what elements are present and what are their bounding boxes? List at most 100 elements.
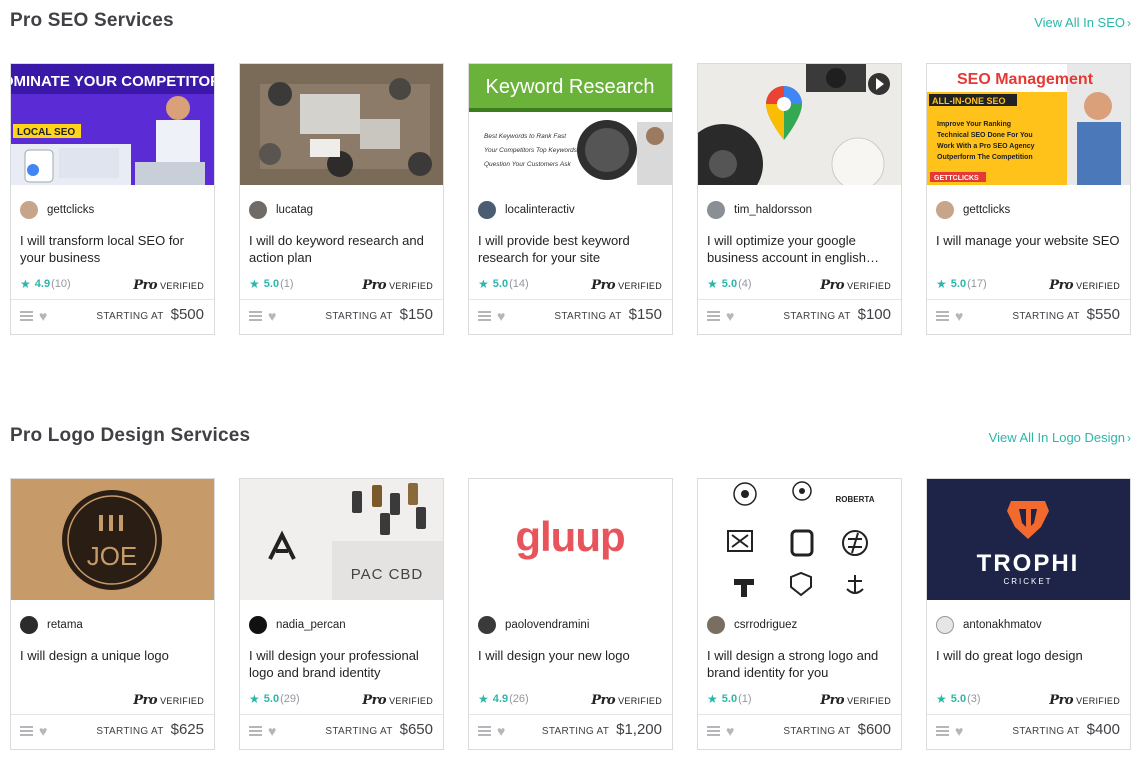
list-menu-icon[interactable] [707,725,720,737]
seller-name[interactable]: gettclicks [47,204,94,216]
price-value: $100 [857,306,891,323]
gig-thumbnail[interactable]: Keyword Research Best Keywords to Rank F… [469,64,672,185]
seller-name[interactable]: localinteractiv [505,204,575,216]
gig-title[interactable]: I will design your professional logo and… [249,647,436,681]
list-menu-icon[interactable] [20,725,33,737]
gig-card[interactable]: SEO Management ALL-IN-ONE SEO Improve Yo… [926,63,1131,335]
view-all-seo-link[interactable]: View All In SEO › [1034,15,1131,30]
heart-icon[interactable]: ♥ [726,724,734,738]
heart-icon[interactable]: ♥ [955,309,963,323]
gig-price[interactable]: STARTING AT $400 [1012,721,1120,738]
gig-thumbnail[interactable]: TROPHI CRICKET [927,479,1130,600]
gig-thumbnail[interactable] [240,64,443,185]
gig-price[interactable]: STARTING AT $150 [325,306,433,323]
thumb-headline: Keyword Research [486,76,655,98]
gig-card[interactable]: ROBERTA csrrodriguez I will design a str… [697,478,902,750]
avatar[interactable] [707,616,725,634]
gig-price[interactable]: STARTING AT $550 [1012,306,1120,323]
gig-title[interactable]: I will provide best keyword research for… [478,232,665,266]
heart-icon[interactable]: ♥ [726,309,734,323]
heart-icon[interactable]: ♥ [955,724,963,738]
seller-info[interactable]: gettclicks [936,200,1010,220]
gig-price[interactable]: STARTING AT $100 [783,306,891,323]
seller-info[interactable]: paolovendramini [478,615,589,635]
gig-card[interactable]: gluup paolovendramini I will design your… [468,478,673,750]
list-menu-icon[interactable] [249,725,262,737]
list-menu-icon[interactable] [936,310,949,322]
gig-title[interactable]: I will transform local SEO for your busi… [20,232,207,266]
gig-thumbnail[interactable] [698,64,901,185]
gig-price[interactable]: STARTING AT $625 [96,721,204,738]
gig-thumbnail[interactable]: ROBERTA [698,479,901,600]
gig-title[interactable]: I will design your new logo [478,647,665,664]
avatar[interactable] [936,616,954,634]
avatar[interactable] [936,201,954,219]
seller-name[interactable]: antonakhmatov [963,619,1042,631]
seller-info[interactable]: lucatag [249,200,313,220]
heart-icon[interactable]: ♥ [497,309,505,323]
gig-thumbnail[interactable]: PAC CBD [240,479,443,600]
view-all-logo-design-link[interactable]: View All In Logo Design › [989,430,1131,445]
avatar[interactable] [249,201,267,219]
seller-info[interactable]: nadia_percan [249,615,346,635]
seller-info[interactable]: localinteractiv [478,200,575,220]
gig-title[interactable]: I will manage your website SEO [936,232,1123,249]
gig-title[interactable]: I will design a unique logo [20,647,207,664]
seller-name[interactable]: nadia_percan [276,619,346,631]
seller-info[interactable]: antonakhmatov [936,615,1042,635]
avatar[interactable] [707,201,725,219]
gig-card[interactable]: tim_haldorsson I will optimize your goog… [697,63,902,335]
star-icon: ★ [936,277,947,291]
rating-count: (1) [738,693,752,705]
gig-card[interactable]: Keyword Research Best Keywords to Rank F… [468,63,673,335]
seller-info[interactable]: retama [20,615,83,635]
seller-name[interactable]: tim_haldorsson [734,204,812,216]
gig-price[interactable]: STARTING AT $150 [554,306,662,323]
seller-name[interactable]: lucatag [276,204,313,216]
gig-title[interactable]: I will do keyword research and action pl… [249,232,436,266]
avatar[interactable] [249,616,267,634]
seller-name[interactable]: retama [47,619,83,631]
list-menu-icon[interactable] [249,310,262,322]
seller-info[interactable]: gettclicks [20,200,94,220]
seller-name[interactable]: gettclicks [963,204,1010,216]
gig-price[interactable]: STARTING AT $1,200 [542,721,662,738]
heart-icon[interactable]: ♥ [268,724,276,738]
star-icon: ★ [707,692,718,706]
avatar[interactable] [20,616,38,634]
avatar[interactable] [20,201,38,219]
gig-thumbnail[interactable]: DOMINATE YOUR COMPETITORS LOCAL SEO [11,64,214,185]
seller-name[interactable]: paolovendramini [505,619,589,631]
gig-card[interactable]: lucatag I will do keyword research and a… [239,63,444,335]
gig-thumbnail[interactable]: JOE [11,479,214,600]
gig-price[interactable]: STARTING AT $600 [783,721,891,738]
gig-thumbnail[interactable]: SEO Management ALL-IN-ONE SEO Improve Yo… [927,64,1130,185]
seller-info[interactable]: csrrodriguez [707,615,797,635]
gig-card[interactable]: DOMINATE YOUR COMPETITORS LOCAL SEO gett… [10,63,215,335]
list-menu-icon[interactable] [20,310,33,322]
list-menu-icon[interactable] [707,310,720,322]
gig-thumbnail[interactable]: gluup [469,479,672,600]
seller-info[interactable]: tim_haldorsson [707,200,812,220]
list-menu-icon[interactable] [478,725,491,737]
avatar[interactable] [478,201,496,219]
gig-price[interactable]: STARTING AT $650 [325,721,433,738]
card-divider [469,714,672,715]
gig-title[interactable]: I will optimize your google business acc… [707,232,894,266]
gig-title[interactable]: I will design a strong logo and brand id… [707,647,894,681]
gig-price[interactable]: STARTING AT $500 [96,306,204,323]
list-menu-icon[interactable] [478,310,491,322]
gig-title[interactable]: I will do great logo design [936,647,1123,664]
gig-rating: ★ 5.0 (29) [249,692,300,706]
list-menu-icon[interactable] [936,725,949,737]
heart-icon[interactable]: ♥ [497,724,505,738]
heart-icon[interactable]: ♥ [39,724,47,738]
seller-name[interactable]: csrrodriguez [734,619,797,631]
avatar[interactable] [478,616,496,634]
card-actions: ♥ [478,724,505,738]
heart-icon[interactable]: ♥ [39,309,47,323]
gig-card[interactable]: JOE retama I will design a unique logo P… [10,478,215,750]
heart-icon[interactable]: ♥ [268,309,276,323]
gig-card[interactable]: PAC CBD nadia_percan I will design your … [239,478,444,750]
gig-card[interactable]: TROPHI CRICKET antonakhmatov I will do g… [926,478,1131,750]
